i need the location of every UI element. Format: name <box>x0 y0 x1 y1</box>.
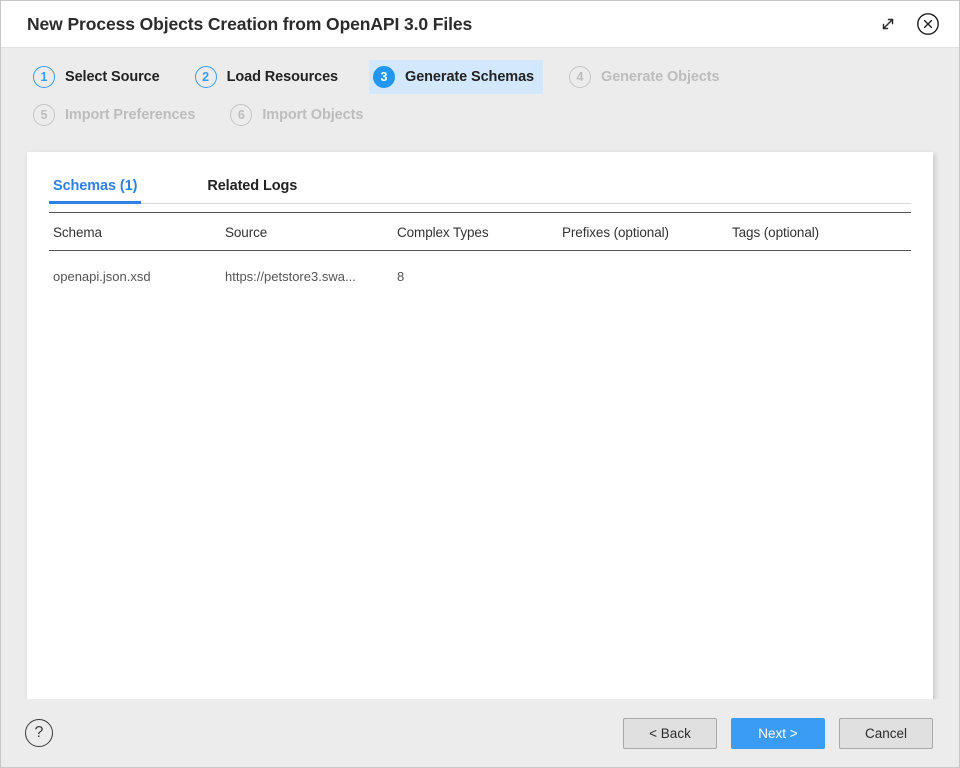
wizard-step-generate-schemas[interactable]: 3 Generate Schemas <box>369 60 544 94</box>
wizard-step-3-label: Generate Schemas <box>405 69 535 85</box>
wizard-step-1-badge: 1 <box>33 66 55 88</box>
content-panel-wrapper: Schemas (1) Related Logs Schema Source C… <box>1 142 959 705</box>
wizard-steps-row-2: 5 Import Preferences 6 Import Objects <box>1 98 959 132</box>
column-header-complex-types[interactable]: Complex Types <box>393 212 558 251</box>
column-header-prefixes[interactable]: Prefixes (optional) <box>558 212 728 251</box>
wizard-steps: 1 Select Source 2 Load Resources 3 Gener… <box>1 48 959 142</box>
expand-diagonal-icon[interactable] <box>875 11 901 37</box>
schemas-table-body: openapi.json.xsd https://petstore3.swa..… <box>49 251 911 291</box>
wizard-step-2-badge: 2 <box>194 66 217 88</box>
panel-tabs: Schemas (1) Related Logs <box>49 152 911 204</box>
column-header-source[interactable]: Source <box>221 212 393 251</box>
wizard-step-load-resources[interactable]: 2 Load Resources <box>191 60 347 94</box>
wizard-step-1-label: Select Source <box>65 69 160 85</box>
tab-related-logs[interactable]: Related Logs <box>203 178 301 203</box>
titlebar-actions <box>875 11 941 37</box>
wizard-step-4-badge: 4 <box>569 66 592 88</box>
cell-complex-types: 8 <box>397 269 405 284</box>
wizard-step-import-objects: 6 Import Objects <box>226 98 372 132</box>
dialog-title: New Process Objects Creation from OpenAP… <box>27 13 473 34</box>
cancel-button[interactable]: Cancel <box>839 717 933 749</box>
cell-schema: openapi.json.xsd <box>53 269 151 284</box>
help-circle-icon[interactable]: ? <box>25 719 53 747</box>
column-header-schema[interactable]: Schema <box>49 212 221 251</box>
schemas-table: Schema Source Complex Types Prefixes (op… <box>49 212 911 290</box>
next-button[interactable]: Next > <box>731 717 825 749</box>
cell-source: https://petstore3.swa... <box>225 269 356 284</box>
wizard-dialog: New Process Objects Creation from OpenAP… <box>0 0 960 768</box>
wizard-step-4-label: Generate Objects <box>601 69 720 85</box>
wizard-step-5-label: Import Preferences <box>65 107 196 123</box>
wizard-step-5-badge: 5 <box>33 104 55 126</box>
dialog-footer: ? < Back Next > Cancel <box>1 699 959 767</box>
close-circle-icon[interactable] <box>915 11 941 37</box>
wizard-step-6-label: Import Objects <box>262 107 364 123</box>
wizard-step-2-label: Load Resources <box>226 69 339 85</box>
column-header-tags[interactable]: Tags (optional) <box>728 212 911 251</box>
wizard-steps-row-1: 1 Select Source 2 Load Resources 3 Gener… <box>1 60 959 94</box>
wizard-step-3-badge: 3 <box>373 66 396 88</box>
back-button[interactable]: < Back <box>623 717 717 749</box>
tab-schemas[interactable]: Schemas (1) <box>49 178 142 204</box>
wizard-step-import-preferences: 5 Import Preferences <box>29 98 204 132</box>
wizard-step-generate-objects: 4 Generate Objects <box>565 60 728 94</box>
wizard-step-select-source[interactable]: 1 Select Source <box>29 60 169 94</box>
table-row[interactable]: openapi.json.xsd https://petstore3.swa..… <box>49 251 911 291</box>
content-panel: Schemas (1) Related Logs Schema Source C… <box>27 152 933 705</box>
schemas-table-head: Schema Source Complex Types Prefixes (op… <box>49 212 911 251</box>
cell-tags[interactable] <box>728 251 911 291</box>
dialog-titlebar: New Process Objects Creation from OpenAP… <box>1 1 959 48</box>
wizard-step-6-badge: 6 <box>230 104 253 126</box>
table-header-row: Schema Source Complex Types Prefixes (op… <box>49 212 911 251</box>
cell-prefixes[interactable] <box>558 251 728 291</box>
